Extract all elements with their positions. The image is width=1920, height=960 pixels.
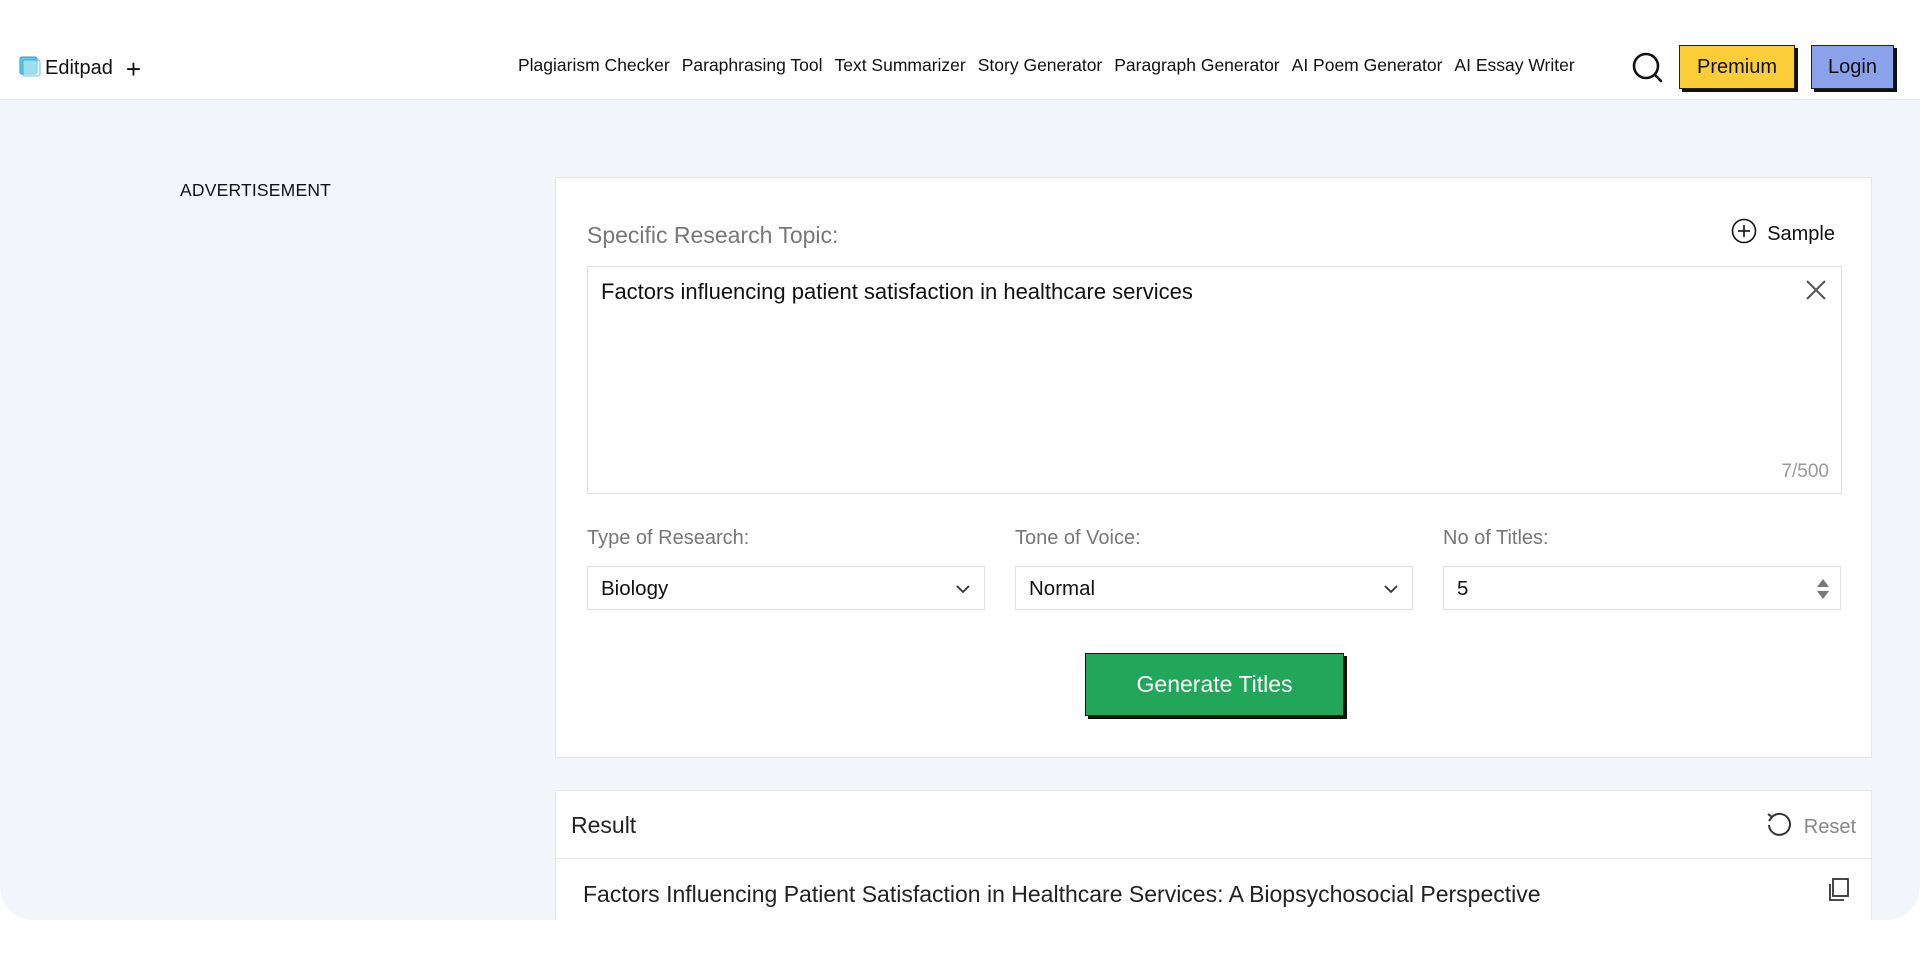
nav-story-generator[interactable]: Story Generator [978, 55, 1103, 76]
brand-name: Editpad [45, 57, 113, 79]
topic-textarea[interactable]: Factors influencing patient satisfaction… [587, 266, 1842, 494]
browser-frame: Editpad + Plagiarism Checker Paraphrasin… [0, 0, 1920, 960]
nav-text-summarizer[interactable]: Text Summarizer [834, 55, 965, 76]
type-of-research-label: Type of Research: [587, 527, 750, 549]
no-of-titles-input[interactable]: 5 [1443, 566, 1841, 610]
nav-ai-poem-generator[interactable]: AI Poem Generator [1292, 55, 1443, 76]
tone-of-voice-value: Normal [1029, 577, 1096, 600]
number-stepper-icon[interactable] [1815, 576, 1831, 602]
advertisement-label: ADVERTISEMENT [180, 180, 332, 200]
topic-label: Specific Research Topic: [587, 222, 839, 248]
reset-label: Reset [1803, 815, 1856, 838]
nav-paraphrasing-tool[interactable]: Paraphrasing Tool [682, 55, 823, 76]
nav-ai-essay-writer[interactable]: AI Essay Writer [1454, 55, 1574, 76]
brand[interactable]: Editpad + [18, 54, 141, 83]
tone-of-voice-select[interactable]: Normal [1015, 566, 1413, 610]
no-of-titles-value: 5 [1457, 577, 1469, 600]
premium-button[interactable]: Premium [1679, 45, 1795, 89]
nav-paragraph-generator[interactable]: Paragraph Generator [1114, 55, 1279, 76]
result-panel: Result Reset Factors Influencing Patient… [555, 790, 1872, 920]
site-header: Editpad + Plagiarism Checker Paraphrasin… [0, 0, 1920, 100]
close-icon[interactable] [1803, 277, 1829, 303]
nav-plagiarism-checker[interactable]: Plagiarism Checker [518, 55, 670, 76]
login-button[interactable]: Login [1811, 45, 1894, 89]
character-counter: 7/500 [1781, 461, 1829, 482]
editpad-logo-icon [18, 54, 42, 83]
brand-plus-button[interactable]: + [126, 56, 141, 82]
reset-icon [1764, 809, 1794, 845]
result-title: Result [571, 812, 637, 838]
copy-icon[interactable] [1827, 877, 1851, 903]
main-nav: Plagiarism Checker Paraphrasing Tool Tex… [518, 55, 1575, 76]
type-of-research-select[interactable]: Biology [587, 566, 985, 610]
type-of-research-value: Biology [601, 577, 669, 600]
topic-value: Factors influencing patient satisfaction… [601, 279, 1193, 304]
result-item: Factors Influencing Patient Satisfaction… [583, 881, 1541, 907]
sample-button[interactable]: Sample [1731, 218, 1835, 250]
plus-circle-icon [1731, 218, 1757, 250]
tone-of-voice-label: Tone of Voice: [1015, 527, 1141, 549]
no-of-titles-label: No of Titles: [1443, 527, 1549, 549]
reset-button[interactable]: Reset [1764, 809, 1856, 845]
chevron-down-icon [1382, 580, 1400, 598]
result-header: Result Reset [556, 791, 1871, 859]
sample-label: Sample [1767, 222, 1835, 245]
page: Editpad + Plagiarism Checker Paraphrasin… [0, 0, 1920, 920]
title-generator-form: Specific Research Topic: Sample Factors … [555, 177, 1872, 758]
chevron-down-icon [954, 580, 972, 598]
search-icon[interactable] [1630, 50, 1664, 84]
generate-titles-button[interactable]: Generate Titles [1085, 653, 1344, 716]
